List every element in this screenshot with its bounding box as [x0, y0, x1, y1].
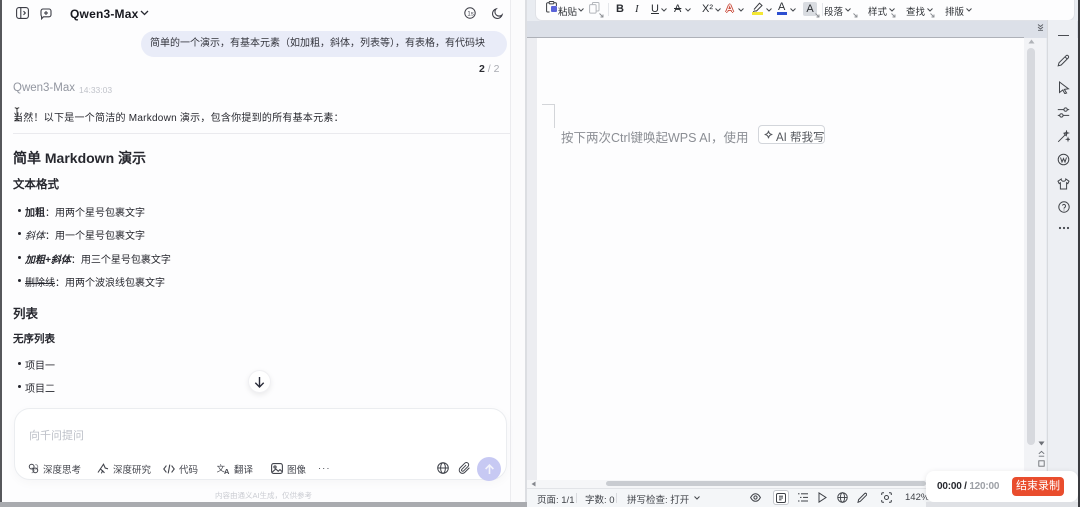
svg-text:1s: 1s: [467, 11, 473, 17]
svg-text:A: A: [224, 467, 230, 474]
